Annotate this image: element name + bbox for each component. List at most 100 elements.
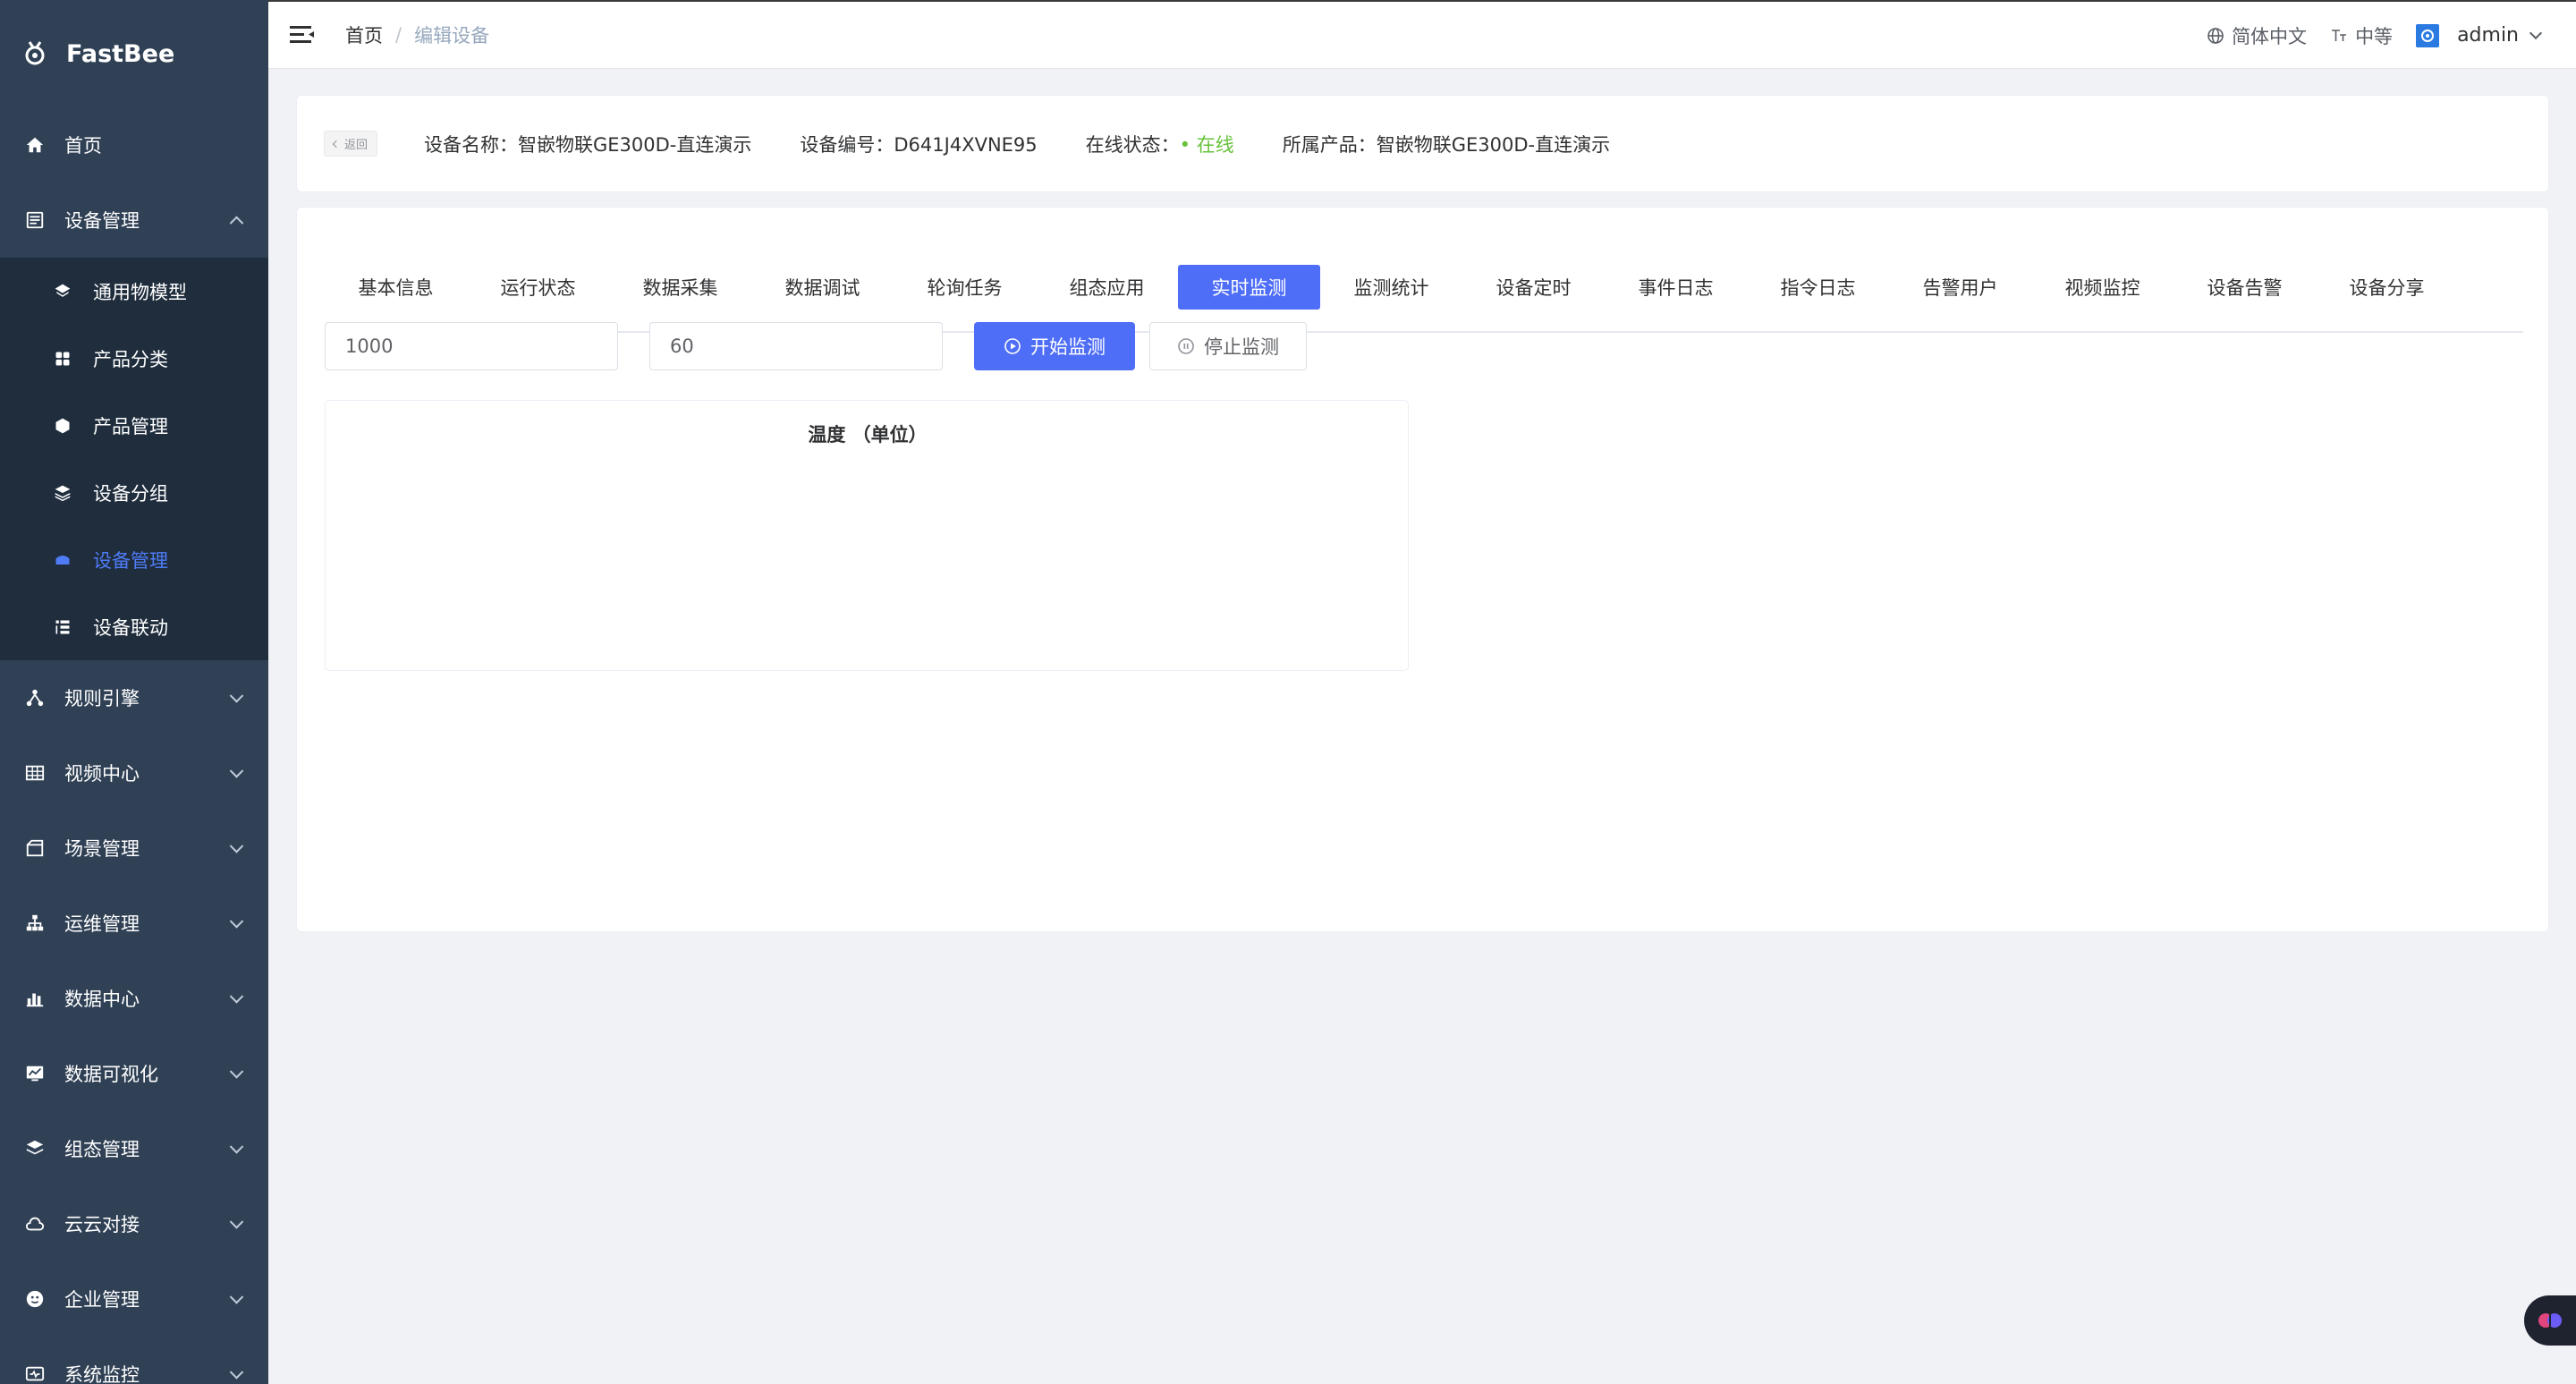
count-input[interactable]: 60 bbox=[649, 322, 943, 370]
back-button[interactable]: 返回 bbox=[324, 131, 378, 157]
pause-circle-icon bbox=[1178, 338, 1194, 354]
device-serial-field: 设备编号：D641J4XVNE95 bbox=[800, 131, 1037, 157]
stop-monitor-label: 停止监测 bbox=[1204, 336, 1279, 358]
config-icon bbox=[25, 1139, 45, 1159]
chart-title: 温度 （单位） bbox=[808, 424, 928, 446]
monitor-icon bbox=[25, 1364, 45, 1384]
sidebar-item-ops-management[interactable]: 运维管理 bbox=[0, 886, 268, 961]
breadcrumb-home[interactable]: 首页 bbox=[345, 21, 383, 48]
breadcrumb-separator: / bbox=[395, 24, 402, 46]
tab-data-collection[interactable]: 数据采集 bbox=[609, 265, 751, 310]
tab-device-timer[interactable]: 设备定时 bbox=[1462, 265, 1605, 310]
device-detail-card: 基本信息 运行状态 数据采集 数据调试 轮询任务 组态应用 实时监测 监测统计 … bbox=[296, 207, 2549, 932]
sidebar-item-device-manage[interactable]: 设备管理 bbox=[0, 526, 268, 593]
sidebar-item-home[interactable]: 首页 bbox=[0, 107, 268, 183]
sidebar-item-product-management[interactable]: 产品管理 bbox=[0, 392, 268, 459]
start-monitor-button[interactable]: 开始监测 bbox=[974, 322, 1135, 370]
sidebar-item-label: 设备管理 bbox=[64, 210, 140, 232]
chevron-down-icon bbox=[229, 989, 244, 1004]
sidebar-item-label: 首页 bbox=[64, 135, 102, 157]
device-serial-value: D641J4XVNE95 bbox=[894, 133, 1038, 156]
tab-realtime-monitor[interactable]: 实时监测 bbox=[1178, 265, 1320, 310]
hamburger-icon[interactable] bbox=[290, 24, 315, 46]
assistant-bubble[interactable] bbox=[2524, 1295, 2576, 1346]
logo[interactable]: FastBee bbox=[0, 0, 268, 107]
sidebar-item-label: 企业管理 bbox=[64, 1289, 140, 1311]
device-status-value: • 在线 bbox=[1179, 133, 1234, 156]
sidebar-item-config-management[interactable]: 组态管理 bbox=[0, 1111, 268, 1186]
user-menu[interactable]: admin bbox=[2416, 23, 2543, 47]
sidebar-item-label: 规则引擎 bbox=[64, 688, 140, 709]
sidebar-item-scene-management[interactable]: 场景管理 bbox=[0, 811, 268, 886]
monitor-controls: 1000 60 开始监测 停止监测 bbox=[325, 322, 1398, 372]
sidebar-item-label: 系统监控 bbox=[64, 1364, 140, 1384]
tab-basic-info[interactable]: 基本信息 bbox=[325, 265, 467, 310]
chevron-down-icon bbox=[229, 839, 244, 853]
sidebar-item-product-category[interactable]: 产品分类 bbox=[0, 325, 268, 392]
navbar-right: 简体中文 中等 admin bbox=[2183, 2, 2543, 69]
category-icon bbox=[54, 350, 72, 368]
sidebar-item-label: 视频中心 bbox=[64, 763, 140, 785]
sidebar-item-label: 通用物模型 bbox=[93, 281, 187, 303]
tab-device-alert[interactable]: 设备告警 bbox=[2174, 265, 2316, 310]
interval-input[interactable]: 1000 bbox=[325, 322, 618, 370]
sidebar-item-system-monitor[interactable]: 系统监控 bbox=[0, 1337, 268, 1384]
sidebar-item-data-visualization[interactable]: 数据可视化 bbox=[0, 1036, 268, 1111]
tab-command-log[interactable]: 指令日志 bbox=[1747, 265, 1889, 310]
sidebar-item-label: 设备管理 bbox=[93, 549, 168, 572]
device-name-value: 智嵌物联GE300D-直连演示 bbox=[518, 133, 752, 156]
device-tabs: 基本信息 运行状态 数据采集 数据调试 轮询任务 组态应用 实时监测 监测统计 … bbox=[325, 238, 2523, 333]
sidebar: FastBee 首页 设备管理 通用物模型 产品分类 产品管理 设备分组 设备管… bbox=[0, 0, 268, 1384]
sidebar-item-video-center[interactable]: 视频中心 bbox=[0, 735, 268, 811]
device-manage-icon bbox=[54, 551, 72, 569]
tab-video-monitor[interactable]: 视频监控 bbox=[2031, 265, 2174, 310]
sidebar-item-device-linkage[interactable]: 设备联动 bbox=[0, 593, 268, 660]
sidebar-item-device-management[interactable]: 设备管理 bbox=[0, 183, 268, 258]
tab-event-log[interactable]: 事件日志 bbox=[1605, 265, 1747, 310]
fastbee-logo-icon bbox=[23, 39, 47, 68]
device-name-field: 设备名称：智嵌物联GE300D-直连演示 bbox=[424, 131, 751, 157]
device-serial-label: 设备编号： bbox=[800, 133, 894, 156]
sidebar-item-label: 数据可视化 bbox=[64, 1064, 158, 1085]
tab-monitor-stats[interactable]: 监测统计 bbox=[1320, 265, 1462, 310]
tab-data-debug[interactable]: 数据调试 bbox=[751, 265, 894, 310]
chevron-left-icon bbox=[332, 140, 341, 148]
chevron-down-icon bbox=[229, 1065, 244, 1079]
globe-icon bbox=[2207, 27, 2224, 44]
stop-monitor-button[interactable]: 停止监测 bbox=[1149, 322, 1307, 370]
tab-running-status[interactable]: 运行状态 bbox=[467, 265, 609, 310]
sidebar-item-cloud-connect[interactable]: 云云对接 bbox=[0, 1186, 268, 1261]
home-icon bbox=[25, 135, 45, 155]
sidebar-item-label: 数据中心 bbox=[64, 989, 140, 1010]
device-product-value: 智嵌物联GE300D-直连演示 bbox=[1376, 133, 1611, 156]
language-label: 简体中文 bbox=[2232, 25, 2308, 47]
chevron-down-icon bbox=[229, 1140, 244, 1154]
size-selector[interactable]: 中等 bbox=[2330, 22, 2393, 49]
sidebar-item-rule-engine[interactable]: 规则引擎 bbox=[0, 660, 268, 735]
sidebar-item-label: 组态管理 bbox=[64, 1139, 140, 1160]
chevron-up-icon bbox=[229, 216, 244, 231]
sidebar-item-enterprise-management[interactable]: 企业管理 bbox=[0, 1261, 268, 1337]
video-icon bbox=[25, 763, 45, 783]
ops-icon bbox=[25, 913, 45, 933]
tab-device-share[interactable]: 设备分享 bbox=[2316, 265, 2458, 310]
font-size-icon bbox=[2332, 29, 2347, 41]
product-icon bbox=[54, 417, 72, 435]
play-circle-icon bbox=[1004, 338, 1021, 354]
tab-alert-users[interactable]: 告警用户 bbox=[1889, 265, 2031, 310]
rule-icon bbox=[25, 688, 45, 708]
sidebar-item-thing-model[interactable]: 通用物模型 bbox=[0, 258, 268, 325]
sidebar-item-device-group[interactable]: 设备分组 bbox=[0, 459, 268, 526]
language-selector[interactable]: 简体中文 bbox=[2207, 22, 2307, 49]
device-info-card: 返回 设备名称：智嵌物联GE300D-直连演示 设备编号：D641J4XVNE9… bbox=[296, 95, 2549, 192]
sidebar-item-data-center[interactable]: 数据中心 bbox=[0, 961, 268, 1036]
chevron-down-icon bbox=[229, 914, 244, 929]
sidebar-item-label: 产品管理 bbox=[93, 415, 168, 437]
device-product-label: 所属产品： bbox=[1282, 133, 1377, 156]
scene-icon bbox=[25, 838, 45, 858]
start-monitor-label: 开始监测 bbox=[1030, 336, 1106, 358]
tab-polling-task[interactable]: 轮询任务 bbox=[894, 265, 1036, 310]
user-name: admin bbox=[2457, 24, 2519, 47]
device-status-label: 在线状态： bbox=[1085, 133, 1180, 156]
tab-scada-app[interactable]: 组态应用 bbox=[1036, 265, 1178, 310]
